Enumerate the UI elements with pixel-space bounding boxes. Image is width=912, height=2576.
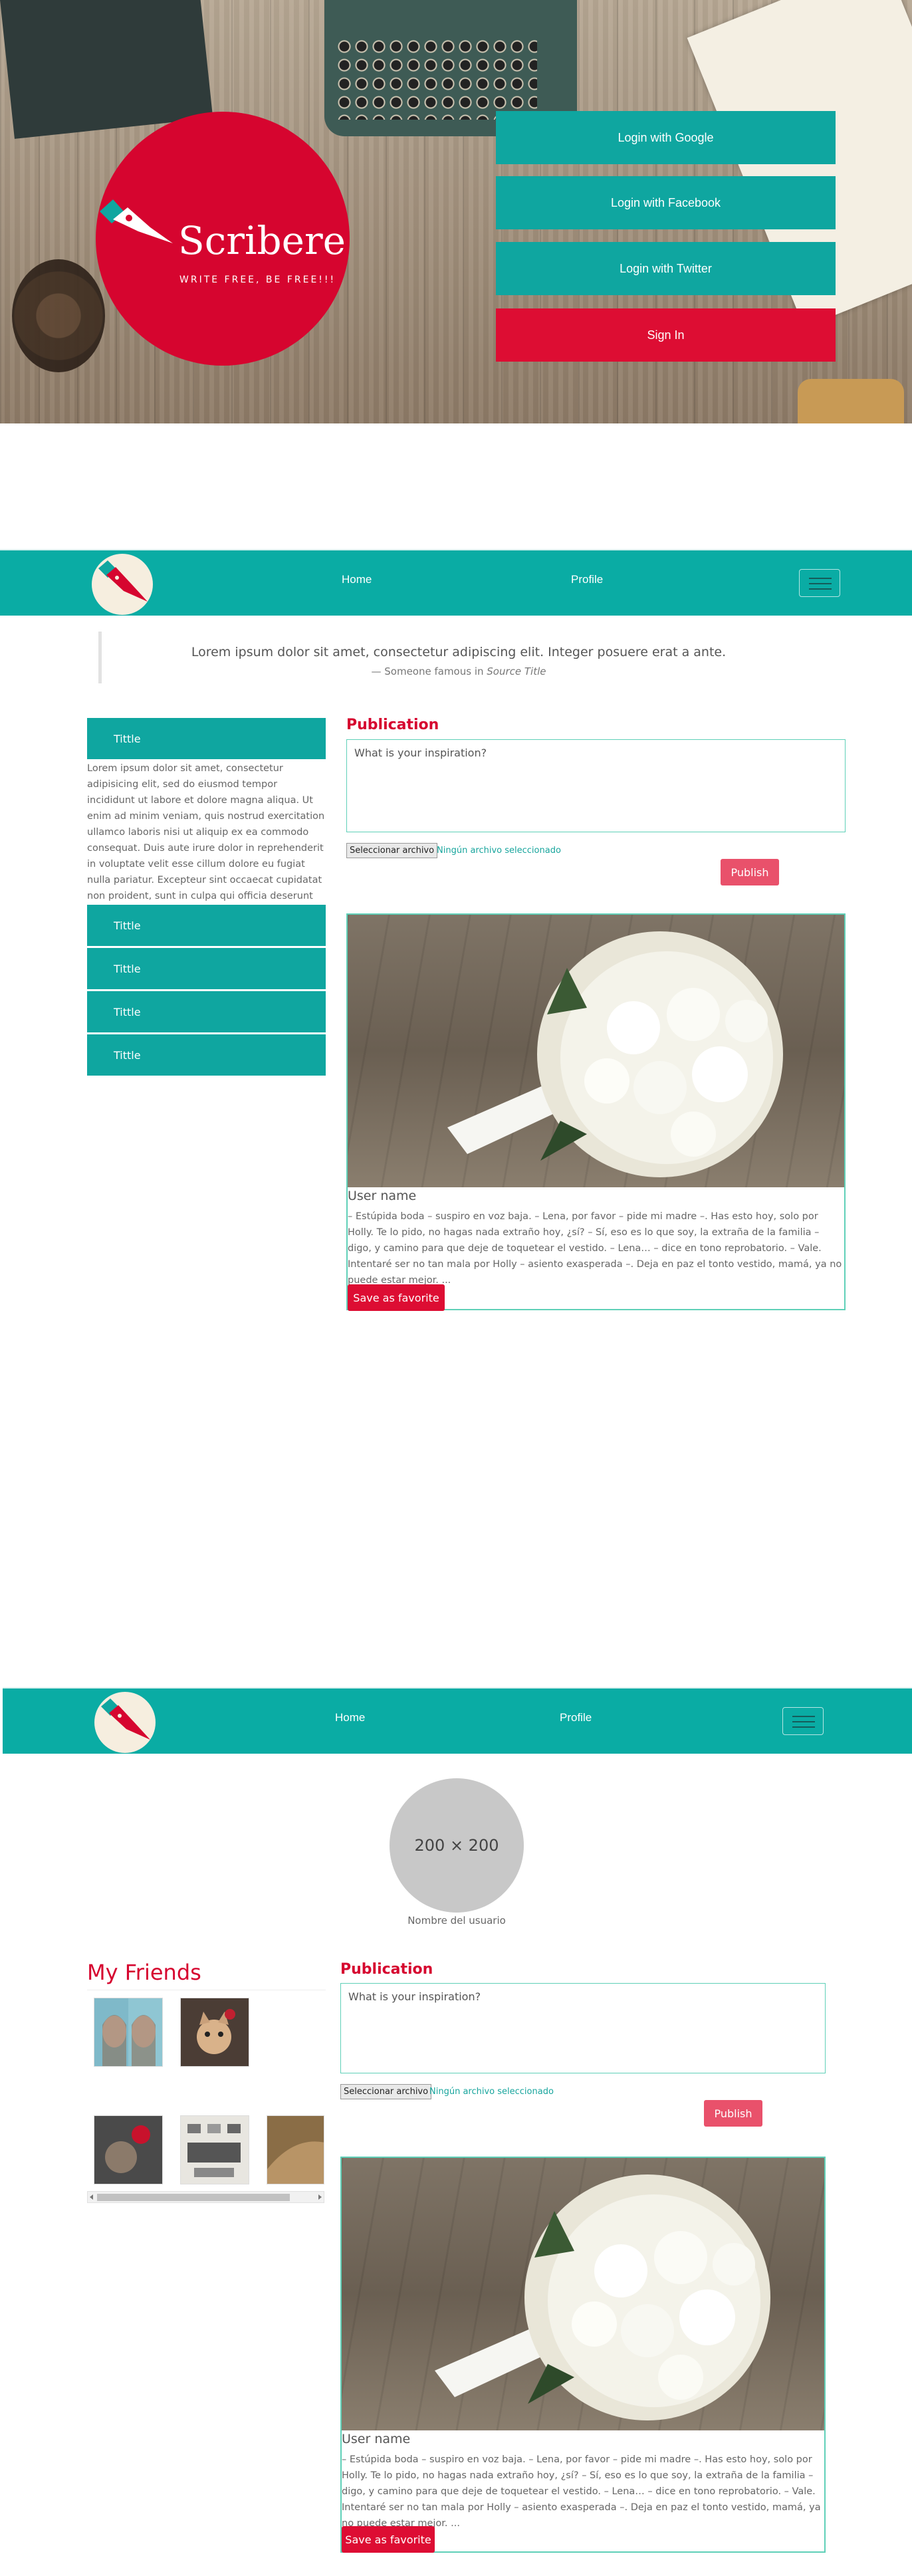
nav-logo[interactable] bbox=[92, 554, 153, 615]
accordion-header-5[interactable]: Tittle bbox=[87, 1034, 326, 1076]
nav-profile-link[interactable]: Profile bbox=[560, 1711, 592, 1724]
login-google-button[interactable]: Login with Google bbox=[496, 111, 836, 164]
accordion-header-4[interactable]: Tittle bbox=[87, 991, 326, 1033]
background-pencil-cup bbox=[798, 379, 904, 423]
profile-navbar: Home Profile bbox=[3, 1687, 912, 1754]
login-facebook-button[interactable]: Login with Facebook bbox=[496, 176, 836, 229]
nav-logo[interactable] bbox=[94, 1692, 156, 1753]
publication-title: Publication bbox=[346, 717, 439, 733]
pen-nib-icon bbox=[101, 1698, 150, 1740]
pen-nib-icon bbox=[98, 560, 148, 602]
scroll-left-icon[interactable] bbox=[89, 2194, 94, 2200]
publication-title: Publication bbox=[340, 1961, 433, 1978]
profile-username: Nombre del usuario bbox=[407, 1915, 506, 1927]
file-select-button[interactable]: Seleccionar archivo bbox=[340, 2084, 432, 2099]
post-excerpt: – Estúpida boda – suspiro en voz baja. –… bbox=[342, 2454, 821, 2529]
friend-thumbnail-3[interactable] bbox=[94, 2115, 163, 2184]
post-image bbox=[348, 915, 844, 1187]
accordion-body: Lorem ipsum dolor sit amet, consectetur … bbox=[87, 763, 325, 901]
post-username: User name bbox=[348, 1189, 417, 1203]
friend-thumbnail-5[interactable] bbox=[267, 2115, 324, 2184]
post-card: User name – Estúpida boda – suspiro en v… bbox=[346, 913, 846, 1311]
navbar-toggler-button[interactable] bbox=[782, 1707, 824, 1735]
feed-navbar: Home Profile bbox=[0, 549, 912, 616]
publication-textarea[interactable]: What is your inspiration? bbox=[340, 1983, 826, 2073]
nav-profile-link[interactable]: Profile bbox=[571, 573, 603, 586]
accordion-header-1[interactable]: Tittle bbox=[87, 718, 326, 760]
publication-textarea[interactable]: What is your inspiration? bbox=[346, 739, 846, 832]
nav-home-link[interactable]: Home bbox=[335, 1711, 365, 1724]
blockquote-cite-prefix: — Someone famous in bbox=[371, 665, 487, 677]
post-image bbox=[342, 2158, 824, 2430]
logo-wordmark: Scribere bbox=[178, 218, 346, 263]
sign-in-button[interactable]: Sign In bbox=[496, 308, 836, 362]
blockquote-source-title: Source Title bbox=[487, 665, 546, 677]
scroll-right-icon[interactable] bbox=[317, 2194, 322, 2200]
logo-tagline: WRITE FREE, BE FREE!!! bbox=[179, 275, 336, 285]
accordion-header-3[interactable]: Tittle bbox=[87, 948, 326, 990]
login-twitter-button[interactable]: Login with Twitter bbox=[496, 242, 836, 295]
publish-button[interactable]: Publish bbox=[704, 2100, 762, 2127]
publish-button[interactable]: Publish bbox=[721, 859, 779, 885]
flower-bouquet-image bbox=[447, 931, 783, 1177]
flower-bouquet-image bbox=[435, 2174, 770, 2420]
friend-photo bbox=[267, 2141, 324, 2184]
file-select-button[interactable]: Seleccionar archivo bbox=[346, 843, 438, 858]
accordion-header-2[interactable]: Tittle bbox=[87, 905, 326, 947]
friend-photo bbox=[187, 2124, 241, 2177]
friend-photo bbox=[105, 2125, 150, 2173]
nav-home-link[interactable]: Home bbox=[342, 573, 372, 586]
friend-photo bbox=[102, 2015, 156, 2066]
post-card: User name – Estúpida boda – suspiro en v… bbox=[340, 2157, 826, 2553]
save-favorite-button[interactable]: Save as favorite bbox=[342, 2526, 435, 2553]
file-status-text: Ningún archivo seleccionado bbox=[437, 846, 561, 856]
friend-photo bbox=[197, 2009, 235, 2054]
scrollbar-thumb[interactable] bbox=[97, 2194, 290, 2201]
pen-nib-icon bbox=[100, 199, 173, 243]
post-username: User name bbox=[342, 2432, 411, 2446]
friend-thumbnail-2[interactable] bbox=[180, 1998, 249, 2067]
friends-horizontal-scrollbar[interactable] bbox=[87, 2191, 324, 2203]
friends-title: My Friends bbox=[87, 1960, 201, 1985]
login-hero: Scribere WRITE FREE, BE FREE!!! Login wi… bbox=[0, 0, 912, 423]
save-favorite-button[interactable]: Save as favorite bbox=[348, 1284, 445, 1311]
blockquote-footer: — Someone famous in Source Title bbox=[101, 665, 816, 677]
file-status-text: Ningún archivo seleccionado bbox=[429, 2087, 554, 2097]
avatar: 200 × 200 bbox=[390, 1778, 524, 1913]
blockquote-text: Lorem ipsum dolor sit amet, consectetur … bbox=[191, 645, 727, 659]
post-excerpt: – Estúpida boda – suspiro en voz baja. –… bbox=[348, 1211, 842, 1286]
background-pinecone bbox=[12, 259, 105, 372]
navbar-toggler-button[interactable] bbox=[799, 569, 840, 597]
friend-thumbnail-1[interactable] bbox=[94, 1998, 163, 2067]
friend-thumbnail-4[interactable] bbox=[180, 2115, 249, 2184]
